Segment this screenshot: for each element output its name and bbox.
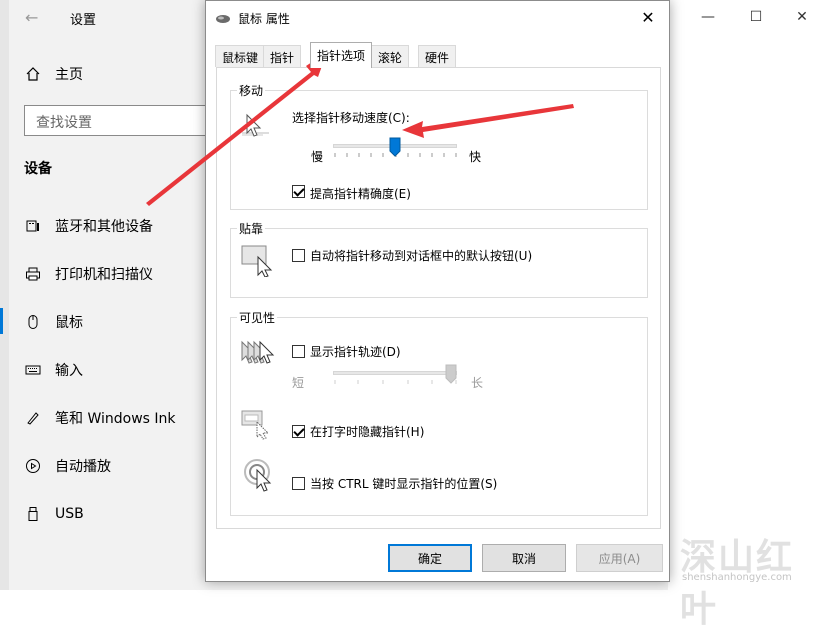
home-icon — [23, 64, 43, 84]
snap-label: 自动将指针移动到对话框中的默认按钮(U) — [310, 249, 533, 263]
mouse-properties-dialog: 鼠标 属性 ✕ 鼠标键 指针 指针选项 滚轮 硬件 移动 选择指针移动速度(C)… — [205, 0, 670, 582]
watermark-url: shenshanhongye.com — [682, 572, 792, 583]
snap-group-title: 贴靠 — [237, 220, 266, 237]
apply-button[interactable]: 应用(A) — [576, 544, 663, 572]
nav-item-autoplay[interactable]: 自动播放 — [23, 454, 111, 478]
cancel-button[interactable]: 取消 — [482, 544, 566, 572]
search-placeholder: 查找设置 — [36, 115, 92, 131]
trail-slider-ticks — [334, 380, 457, 384]
nav-item-bluetooth[interactable]: 蓝牙和其他设备 — [23, 214, 153, 238]
background-window-edge — [0, 0, 9, 590]
nav-label: 笔和 Windows Ink — [55, 411, 176, 427]
mouse-title-icon — [215, 13, 231, 23]
nav-label: 输入 — [55, 363, 83, 379]
motion-group-title: 移动 — [237, 82, 266, 99]
speed-slider-thumb[interactable] — [389, 137, 401, 157]
motion-group: 移动 选择指针移动速度(C): 慢 快 提高指针精确度(E) — [230, 82, 648, 210]
snap-to-icon — [241, 245, 273, 277]
tab-pointer-options[interactable]: 指针选项 — [310, 42, 373, 68]
settings-content-area: — ☐ ✕ — [668, 0, 833, 590]
speed-label: 选择指针移动速度(C): — [292, 111, 410, 125]
printer-icon — [23, 264, 43, 284]
nav-label: 自动播放 — [55, 459, 111, 475]
close-window-button[interactable]: ✕ — [790, 6, 814, 28]
search-input[interactable]: 查找设置 — [24, 105, 211, 136]
dialog-close-button[interactable]: ✕ — [637, 6, 659, 28]
ok-button[interactable]: 确定 — [388, 544, 472, 572]
nav-label: 蓝牙和其他设备 — [55, 219, 153, 235]
nav-label: USB — [55, 506, 84, 522]
watermark: 深山红叶 shenshanhongye.com — [680, 528, 830, 630]
minimize-button[interactable]: — — [696, 6, 720, 28]
bluetooth-devices-icon — [23, 216, 43, 236]
snap-to-group: 贴靠 自动将指针移动到对话框中的默认按钮(U) — [230, 220, 648, 298]
mouse-icon — [23, 312, 43, 332]
visibility-group-title: 可见性 — [237, 309, 278, 326]
hide-typing-checkbox[interactable] — [292, 425, 305, 438]
long-label: 长 — [471, 376, 484, 390]
usb-icon — [23, 504, 43, 524]
tab-buttons[interactable]: 鼠标键 — [215, 45, 266, 67]
nav-item-mouse[interactable]: 鼠标 — [23, 310, 83, 334]
nav-label: 鼠标 — [55, 315, 83, 331]
pointer-speed-icon — [242, 113, 269, 137]
autoplay-icon — [23, 456, 43, 476]
tab-pointers[interactable]: 指针 — [263, 45, 302, 67]
tab-hardware[interactable]: 硬件 — [418, 45, 457, 67]
nav-item-typing[interactable]: 输入 — [23, 358, 83, 382]
hide-typing-label: 在打字时隐藏指针(H) — [310, 425, 425, 439]
settings-nav-pane: ← 设置 主页 查找设置 设备 蓝牙和其他设备 打印机和扫描仪 鼠标 输入 笔和… — [9, 0, 211, 590]
snap-checkbox[interactable] — [292, 249, 305, 262]
nav-item-home[interactable]: 主页 — [23, 62, 83, 86]
nav-item-printers[interactable]: 打印机和扫描仪 — [23, 262, 153, 286]
dialog-title: 鼠标 属性 — [238, 12, 290, 26]
tab-wheel[interactable]: 滚轮 — [371, 45, 410, 67]
fast-label: 快 — [469, 150, 482, 164]
nav-label-home: 主页 — [55, 67, 83, 83]
trail-slider-thumb[interactable] — [445, 364, 457, 384]
nav-item-pen[interactable]: 笔和 Windows Ink — [23, 406, 176, 430]
section-heading: 设备 — [24, 161, 52, 177]
trail-length-slider-track[interactable] — [333, 371, 457, 375]
selected-nav-indicator — [0, 308, 3, 334]
pointer-options-panel: 移动 选择指针移动速度(C): 慢 快 提高指针精确度(E) 贴靠 自动将指针移… — [216, 67, 661, 529]
maximize-button[interactable]: ☐ — [744, 6, 768, 28]
hide-while-typing-icon — [241, 410, 270, 440]
short-label: 短 — [292, 376, 305, 390]
pointer-trails-icon — [241, 340, 275, 364]
precision-checkbox[interactable] — [292, 185, 305, 198]
slow-label: 慢 — [311, 150, 324, 164]
back-arrow-icon[interactable]: ← — [25, 8, 38, 27]
nav-item-usb[interactable]: USB — [23, 502, 84, 526]
keyboard-icon — [23, 360, 43, 380]
show-location-icon — [244, 459, 272, 492]
nav-label: 打印机和扫描仪 — [55, 267, 153, 283]
ctrl-location-label: 当按 CTRL 键时显示指针的位置(S) — [310, 477, 498, 491]
trails-checkbox[interactable] — [292, 345, 305, 358]
precision-label: 提高指针精确度(E) — [310, 187, 411, 201]
pen-icon — [23, 408, 43, 428]
ctrl-location-checkbox[interactable] — [292, 477, 305, 490]
settings-title: 设置 — [70, 13, 97, 28]
trails-label: 显示指针轨迹(D) — [310, 345, 401, 359]
visibility-group: 可见性 显示指针轨迹(D) 短 长 在打字时隐藏指针(H) 当按 CTRL 键时… — [230, 309, 648, 516]
